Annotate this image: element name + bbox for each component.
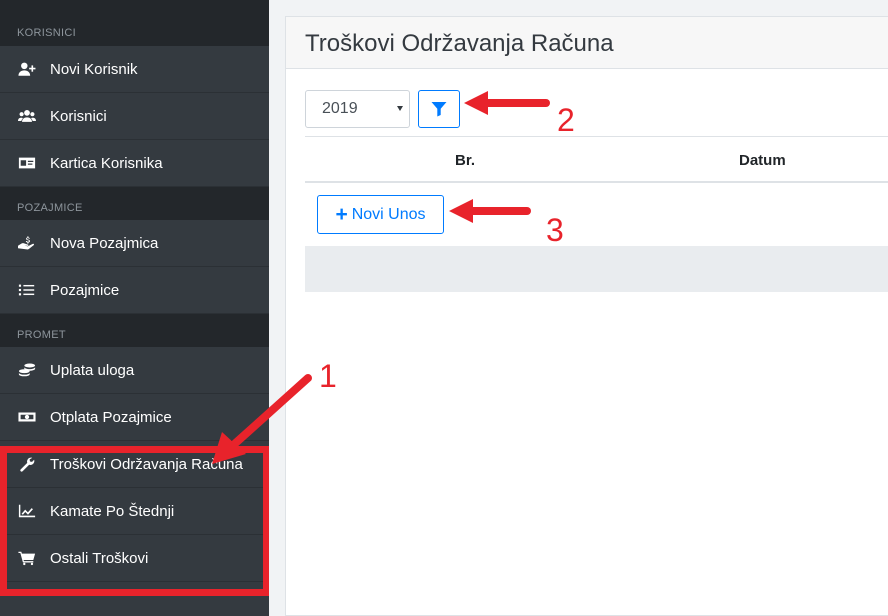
sidebar-item-pozajmice[interactable]: Pozajmice (0, 267, 269, 314)
table-row (305, 246, 888, 292)
sidebar-item-kamate-po-stednji[interactable]: Kamate Po Štednji (0, 488, 269, 535)
sidebar-item-label: Kartica Korisnika (50, 154, 163, 172)
sidebar-item-label: Pozajmice (50, 281, 120, 299)
sidebar-item-label: Ostali Troškovi (50, 549, 149, 567)
list-icon (17, 280, 37, 300)
sidebar-item-label: Kamate Po Štednji (50, 502, 175, 520)
sidebar-item-korisnici[interactable]: Korisnici (0, 93, 269, 140)
main-content: Troškovi Održavanja Računa 2019 Br. Datu… (269, 0, 888, 616)
sidebar-section-header-pozajmice: POZAJMICE (0, 187, 269, 220)
filter-icon (431, 102, 447, 117)
sidebar: KORISNICI Novi Korisnik Korisnici Kartic… (0, 0, 269, 616)
sidebar-item-nova-pozajmica[interactable]: Nova Pozajmica (0, 220, 269, 267)
sidebar-item-uplata-uloga[interactable]: Uplata uloga (0, 347, 269, 394)
new-entry-label: Novi Unos (351, 205, 426, 223)
wrench-icon (17, 454, 37, 474)
sidebar-item-label: Novi Korisnik (50, 60, 138, 78)
hand-holding-dollar-icon (17, 233, 37, 253)
annotation-number-3: 3 (546, 212, 564, 248)
app-window: KORISNICI Novi Korisnik Korisnici Kartic… (0, 0, 888, 616)
sidebar-section-header-korisnici: KORISNICI (0, 0, 269, 46)
sidebar-item-otplata-pozajmice[interactable]: Otplata Pozajmice (0, 394, 269, 441)
shopping-cart-icon (17, 548, 37, 568)
sidebar-section-header-promet: PROMET (0, 314, 269, 347)
annotation-number-1: 1 (319, 358, 337, 394)
filter-button[interactable] (418, 90, 460, 128)
sidebar-item-ostali-troskovi[interactable]: Ostali Troškovi (0, 535, 269, 582)
sidebar-item-label: Nova Pozajmica (50, 234, 159, 252)
column-header-datum: Datum (739, 152, 786, 169)
column-header-br: Br. (455, 152, 476, 169)
year-select[interactable]: 2019 (305, 90, 410, 128)
caret-down-icon (397, 106, 403, 111)
sidebar-item-label: Troškovi Održavanja Računa (50, 455, 243, 473)
users-icon (17, 106, 37, 126)
page-title: Troškovi Održavanja Računa (286, 17, 888, 69)
new-entry-button[interactable]: + Novi Unos (317, 195, 444, 234)
table-header: Br. Datum (305, 136, 888, 183)
coins-icon (17, 360, 37, 380)
card: Troškovi Održavanja Računa 2019 Br. Datu… (285, 16, 888, 616)
chart-line-icon (17, 501, 37, 521)
id-card-icon (17, 153, 37, 173)
sidebar-item-label: Korisnici (50, 107, 107, 125)
sidebar-item-troskovi-odrzavanja[interactable]: Troškovi Održavanja Računa (0, 441, 269, 488)
user-plus-icon (17, 59, 37, 79)
annotation-number-2: 2 (557, 102, 575, 138)
sidebar-item-label: Uplata uloga (50, 361, 135, 379)
money-bill-icon (17, 407, 37, 427)
sidebar-item-novi-korisnik[interactable]: Novi Korisnik (0, 46, 269, 93)
year-select-value: 2019 (322, 100, 358, 117)
sidebar-item-label: Otplata Pozajmice (50, 408, 172, 426)
plus-icon: + (335, 203, 348, 226)
sidebar-item-kartica-korisnika[interactable]: Kartica Korisnika (0, 140, 269, 187)
